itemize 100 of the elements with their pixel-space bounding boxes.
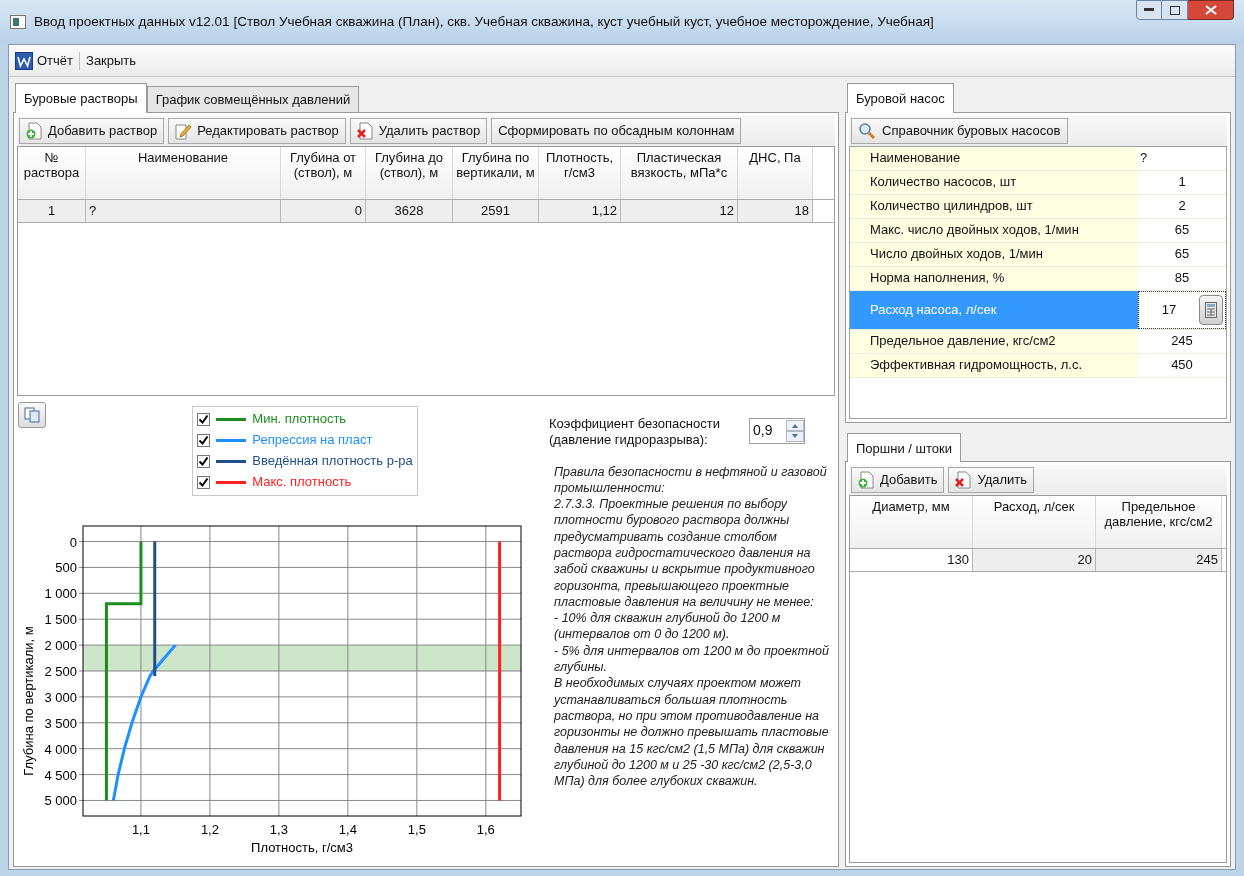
toolbar-button[interactable]: Отчёт	[13, 50, 76, 71]
toolbar-button[interactable]: Закрыть	[84, 50, 139, 71]
property-name[interactable]: Число двойных ходов, 1/мин	[850, 242, 1138, 266]
tick-label: 1 500	[44, 611, 77, 627]
tick-label: 3 000	[44, 689, 77, 705]
table-cell: ?	[86, 199, 281, 222]
delete-document-icon	[356, 121, 373, 140]
toolbar-button[interactable]: Сформировать по обсадным колоннам	[491, 117, 742, 144]
maximize-button[interactable]	[1162, 0, 1188, 20]
table-cell: 245	[1096, 549, 1222, 571]
property-value[interactable]: ?	[1138, 148, 1226, 168]
legend-line-icon	[216, 417, 247, 421]
table-cell: 3628	[366, 199, 453, 222]
legend-label: Репрессия на пласт	[252, 431, 373, 450]
legend-checkbox[interactable]	[197, 412, 211, 426]
maximize-icon	[1169, 5, 1180, 15]
tick-label: 4 000	[44, 741, 77, 757]
column-header[interactable]: Расход, л/сек	[973, 496, 1096, 548]
table-cell: 0	[281, 199, 366, 222]
add-document-icon	[858, 471, 874, 489]
column-header[interactable]: Глубина по вертикали, м	[453, 146, 539, 199]
property-value[interactable]: 65	[1138, 220, 1226, 240]
search-icon	[858, 121, 876, 140]
toolbar-button[interactable]: Удалить	[948, 467, 1035, 493]
toolbar-button[interactable]: Удалить раствор	[349, 117, 488, 144]
tick-label: 500	[55, 559, 77, 575]
tab[interactable]: Буровые растворы	[15, 83, 147, 113]
column-header[interactable]: Предельное давление, кгс/см2	[1096, 496, 1222, 548]
minimize-button[interactable]	[1136, 0, 1162, 20]
column-header[interactable]: ДНС, Па	[738, 146, 813, 199]
tick-label: 1,4	[338, 821, 357, 837]
calculator-button[interactable]	[1199, 294, 1223, 325]
close-button[interactable]	[1188, 0, 1234, 20]
property-value[interactable]: 2	[1138, 196, 1226, 216]
axis-title: Глубина по вертикали, м	[21, 625, 36, 776]
property-name[interactable]: Норма наполнения, %	[850, 266, 1138, 290]
toolbar-button[interactable]: Редактировать раствор	[168, 117, 346, 144]
table-cell: 1	[18, 199, 86, 222]
tick-label: 5 000	[44, 792, 77, 808]
table-cell: 12	[621, 199, 738, 222]
column-header[interactable]: Плотность, г/см3	[539, 146, 621, 199]
add-document-icon	[26, 121, 42, 140]
column-header[interactable]: Глубина от (ствол), м	[281, 146, 366, 199]
property-value[interactable]: 450	[1138, 355, 1226, 375]
tab[interactable]: Поршни / штоки	[847, 432, 961, 462]
legend-checkbox[interactable]	[197, 475, 211, 489]
property-name[interactable]: Наименование	[850, 146, 1138, 170]
property-name[interactable]: Макс. число двойных ходов, 1/мин	[850, 218, 1138, 242]
tick-label: 2 500	[44, 663, 77, 679]
legend-label: Введённая плотность р-ра	[252, 452, 413, 471]
calculator-icon	[1205, 301, 1217, 318]
tick-label: 0	[69, 534, 77, 550]
document-icon	[15, 51, 33, 70]
tick-label: 1,6	[476, 821, 495, 837]
table-cell: 18	[738, 199, 813, 222]
tick-label: 1,1	[131, 821, 150, 837]
property-value[interactable]: 245	[1138, 331, 1226, 351]
spin-arrows-icon	[786, 419, 804, 442]
property-value[interactable]: 65	[1138, 244, 1226, 264]
spin-field[interactable]: 0,9	[749, 417, 805, 444]
tick-label: 4 500	[44, 767, 77, 783]
toolbar-button[interactable]: Добавить раствор	[19, 117, 165, 144]
table-cell: 2591	[453, 199, 539, 222]
axis-title: Плотность, г/см3	[251, 839, 353, 855]
copy-icon	[24, 406, 40, 423]
property-name[interactable]: Количество насосов, шт	[850, 170, 1138, 194]
column-header[interactable]: Глубина до (ствол), м	[366, 146, 453, 199]
property-name[interactable]: Эффективная гидромощность, л.с.	[850, 353, 1138, 377]
property-name[interactable]: Предельное давление, кгс/см2	[850, 329, 1138, 353]
property-value[interactable]: 1	[1138, 172, 1226, 192]
column-header[interactable]: Пластическая вязкость, мПа*с	[621, 146, 738, 199]
close-icon	[1204, 5, 1217, 15]
column-header[interactable]: Диаметр, мм	[850, 496, 973, 548]
delete-document-icon	[955, 471, 972, 489]
property-value[interactable]: 85	[1138, 268, 1226, 288]
legend-line-icon	[216, 438, 247, 442]
app-icon	[10, 15, 26, 29]
column-header[interactable]: № раствора	[18, 146, 86, 199]
field-label: Коэффициент безопасности (давление гидроразрыва):	[549, 415, 721, 448]
tick-label: 1,2	[200, 821, 219, 837]
legend-line-icon	[216, 480, 247, 484]
tick-label: 1,3	[269, 821, 288, 837]
toolbar-button[interactable]: Справочник буровых насосов	[851, 117, 1068, 144]
tick-label: 3 500	[44, 715, 77, 731]
tick-label: 2 000	[44, 637, 77, 653]
legend-checkbox[interactable]	[197, 454, 211, 468]
legend-label: Мин. плотность	[252, 410, 347, 429]
tick-label: 1 000	[44, 585, 77, 601]
property-name[interactable]: Количество цилиндров, шт	[850, 194, 1138, 218]
legend-checkbox[interactable]	[197, 433, 211, 447]
tab[interactable]: График совмещённых давлений	[146, 86, 360, 112]
toolbar-button[interactable]: Добавить	[851, 467, 945, 493]
table-cell: 20	[973, 549, 1096, 571]
tab[interactable]: Буровой насос	[847, 83, 954, 113]
copy-button[interactable]	[18, 401, 46, 428]
legend-line-icon	[216, 459, 247, 463]
tick-label: 1,5	[407, 821, 426, 837]
pencil-document-icon	[175, 121, 192, 140]
safety-rules-text: Правила безопасности в нефтяной и газовой промышленности: 2.7.3.3. Проектные решения по выбору плотности бурового раствора должны предусматривать создание столбом раствора гидростатического давления на забой скважины и вскрытие продуктивного горизонта, превышающего проектные пластовые давления на величину не менее: - 10% для скважин глубиной до 1200 м (интервалов от 0 до 1200 м). - 5% для интервалов от 1200 м до проектной глубины. В необходимых случаях проектом может устанавливаться большая плотность раствора, но при этом противодавление на горизонты не должно превышать пластовые давления на 15 кгс/см2 (1,5 МПа) для скважин глубиной до 1200 м и 25 -30 кгс/см2 (2,5-3,0 МПа) для более глубоких скважин.	[552, 463, 830, 790]
column-header[interactable]: Наименование	[86, 146, 281, 199]
